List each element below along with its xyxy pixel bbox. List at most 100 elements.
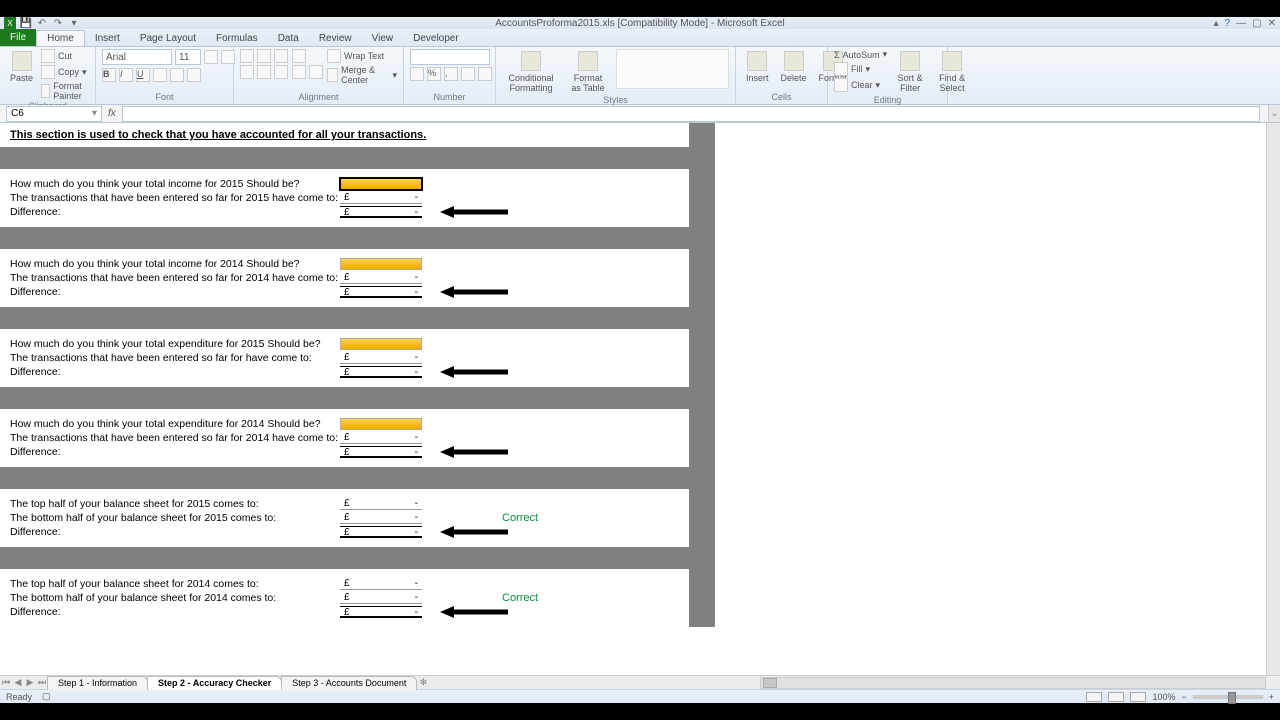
formula-bar-expand-icon[interactable]: ⌄: [1268, 105, 1280, 122]
difference-cell[interactable]: £-: [340, 286, 422, 298]
macro-record-icon[interactable]: ▢: [42, 691, 51, 702]
tab-view[interactable]: View: [362, 31, 404, 46]
redo-icon[interactable]: ↷: [52, 17, 64, 29]
ribbon-minimize-icon[interactable]: ▴: [1214, 18, 1219, 29]
value-cell[interactable]: £: [340, 578, 422, 590]
difference-cell[interactable]: £-: [340, 526, 422, 538]
first-sheet-icon[interactable]: ⏮: [0, 677, 12, 688]
align-bottom-icon[interactable]: [274, 49, 288, 63]
horizontal-scrollbar[interactable]: [760, 677, 1266, 689]
autosum-button[interactable]: Σ AutoSum ▾: [834, 49, 887, 60]
formula-input[interactable]: [122, 106, 1260, 122]
next-sheet-icon[interactable]: ▶: [24, 677, 36, 688]
comma-icon[interactable]: ,: [444, 67, 458, 81]
tab-data[interactable]: Data: [268, 31, 309, 46]
difference-cell[interactable]: £-: [340, 366, 422, 378]
value-cell[interactable]: £: [340, 272, 422, 284]
worksheet[interactable]: This section is used to check that you h…: [0, 123, 1266, 675]
difference-cell[interactable]: £-: [340, 446, 422, 458]
input-cell[interactable]: [340, 258, 422, 270]
font-select[interactable]: Arial: [102, 49, 172, 65]
percent-icon[interactable]: %: [427, 67, 441, 81]
align-middle-icon[interactable]: [257, 49, 271, 63]
currency-icon[interactable]: [410, 67, 424, 81]
copy-button[interactable]: Copy ▾: [41, 65, 89, 79]
insert-cells-button[interactable]: Insert: [742, 49, 773, 85]
fx-icon[interactable]: fx: [108, 108, 116, 119]
value-cell[interactable]: £: [340, 352, 422, 364]
delete-cells-button[interactable]: Delete: [777, 49, 811, 85]
value-cell[interactable]: £: [340, 192, 422, 204]
sort-filter-button[interactable]: Sort & Filter: [891, 49, 929, 95]
sheet-tab-active[interactable]: Step 2 - Accuracy Checker: [147, 676, 282, 690]
value-cell[interactable]: £: [340, 512, 422, 524]
page-break-view-icon[interactable]: [1130, 692, 1146, 702]
sheet-tab[interactable]: Step 3 - Accounts Document: [281, 676, 417, 690]
normal-view-icon[interactable]: [1086, 692, 1102, 702]
clear-button[interactable]: Clear ▾: [834, 78, 887, 92]
zoom-out-icon[interactable]: −: [1181, 692, 1186, 702]
font-color-icon[interactable]: [187, 68, 201, 82]
paste-button[interactable]: Paste: [6, 49, 37, 85]
new-sheet-icon[interactable]: ✻: [417, 677, 429, 688]
tab-formulas[interactable]: Formulas: [206, 31, 268, 46]
zoom-slider[interactable]: [1193, 695, 1263, 699]
underline-icon[interactable]: U: [136, 68, 150, 82]
prev-sheet-icon[interactable]: ◀: [12, 677, 24, 688]
find-select-button[interactable]: Find & Select: [933, 49, 971, 95]
font-size-select[interactable]: 11: [175, 49, 201, 65]
format-as-table-button[interactable]: Format as Table: [564, 49, 612, 95]
close-icon[interactable]: ✕: [1268, 18, 1276, 29]
merge-center-button[interactable]: Merge & Center ▾: [327, 65, 397, 85]
cut-button[interactable]: Cut: [41, 49, 89, 63]
cell-styles-gallery[interactable]: [616, 49, 729, 89]
align-center-icon[interactable]: [257, 65, 271, 79]
fill-color-icon[interactable]: [170, 68, 184, 82]
italic-icon[interactable]: I: [119, 68, 133, 82]
tab-developer[interactable]: Developer: [403, 31, 469, 46]
value-cell[interactable]: £: [340, 498, 422, 510]
input-cell[interactable]: [340, 178, 422, 190]
name-box[interactable]: C6▾: [6, 106, 102, 122]
restore-icon[interactable]: ▢: [1252, 18, 1261, 29]
tab-insert[interactable]: Insert: [85, 31, 130, 46]
qat-dropdown-icon[interactable]: ▾: [68, 17, 80, 29]
tab-home[interactable]: Home: [36, 30, 85, 46]
zoom-in-icon[interactable]: +: [1269, 692, 1274, 702]
format-painter-button[interactable]: Format Painter: [41, 81, 89, 101]
align-right-icon[interactable]: [274, 65, 288, 79]
conditional-formatting-button[interactable]: Conditional Formatting: [502, 49, 560, 95]
difference-cell[interactable]: £-: [340, 206, 422, 218]
difference-cell[interactable]: £-: [340, 606, 422, 618]
zoom-level[interactable]: 100%: [1152, 692, 1175, 702]
value-cell[interactable]: £: [340, 432, 422, 444]
wrap-text-button[interactable]: Wrap Text: [327, 49, 397, 63]
fill-button[interactable]: Fill ▾: [834, 62, 887, 76]
align-top-icon[interactable]: [240, 49, 254, 63]
border-icon[interactable]: [153, 68, 167, 82]
save-icon[interactable]: 💾: [20, 17, 32, 29]
value-cell[interactable]: £: [340, 592, 422, 604]
grow-font-icon[interactable]: [204, 50, 218, 64]
tab-page-layout[interactable]: Page Layout: [130, 31, 206, 46]
tab-review[interactable]: Review: [309, 31, 362, 46]
minimize-icon[interactable]: —: [1236, 18, 1246, 29]
align-left-icon[interactable]: [240, 65, 254, 79]
indent-decrease-icon[interactable]: [292, 65, 306, 79]
help-icon[interactable]: ?: [1225, 18, 1231, 29]
increase-decimal-icon[interactable]: [461, 67, 475, 81]
indent-increase-icon[interactable]: [309, 65, 323, 79]
undo-icon[interactable]: ↶: [36, 17, 48, 29]
number-format-select[interactable]: [410, 49, 490, 65]
shrink-font-icon[interactable]: [221, 50, 235, 64]
orientation-icon[interactable]: [292, 49, 306, 63]
input-cell[interactable]: [340, 338, 422, 350]
file-tab[interactable]: File: [0, 28, 36, 46]
sheet-tab[interactable]: Step 1 - Information: [47, 676, 148, 690]
input-cell[interactable]: [340, 418, 422, 430]
empty-area[interactable]: [715, 123, 1266, 627]
bold-icon[interactable]: B: [102, 68, 116, 82]
decrease-decimal-icon[interactable]: [478, 67, 492, 81]
vertical-scrollbar[interactable]: [1266, 123, 1280, 675]
page-layout-view-icon[interactable]: [1108, 692, 1124, 702]
